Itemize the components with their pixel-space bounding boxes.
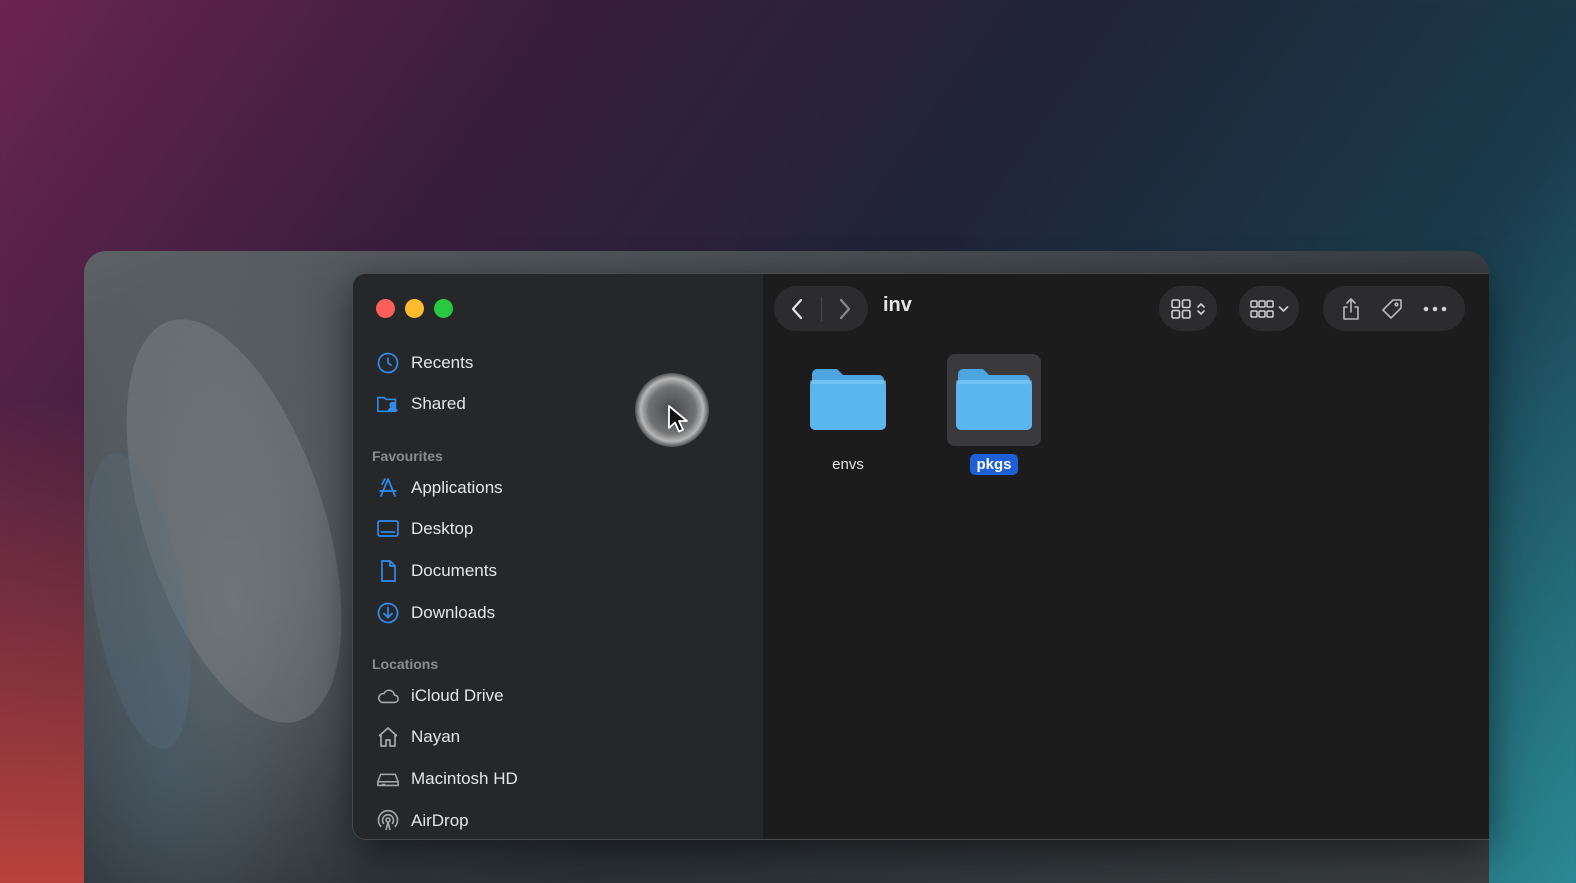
close-window-button[interactable] <box>376 299 395 318</box>
toolbar-actions <box>1323 286 1465 331</box>
sidebar-item-label: Shared <box>411 394 466 414</box>
share-icon[interactable] <box>1341 297 1361 321</box>
mouse-pointer-icon <box>668 405 688 433</box>
file-name-label: envs <box>832 456 864 473</box>
home-icon <box>375 724 401 750</box>
sidebar-heading-favourites: Favourites <box>372 448 443 464</box>
sidebar-item-label: Macintosh HD <box>411 768 518 788</box>
tag-icon[interactable] <box>1381 298 1403 320</box>
chevron-down-icon <box>1278 305 1289 313</box>
minimize-window-button[interactable] <box>405 299 424 318</box>
sidebar-item-label: Documents <box>411 560 497 580</box>
group-grid-icon <box>1249 298 1275 320</box>
sidebar-item-label: Recents <box>411 352 474 372</box>
chevron-right-icon <box>839 298 850 319</box>
sidebar-locations-section: Locations iCloud Drive Nayan Macintosh H… <box>353 653 763 839</box>
sidebar-item-label: Downloads <box>411 602 496 622</box>
view-mode-button[interactable] <box>1159 286 1217 331</box>
chevron-up-down-icon <box>1196 301 1206 317</box>
back-button[interactable] <box>774 286 821 331</box>
sidebar-item-label: AirDrop <box>411 810 469 830</box>
sidebar-item-applications[interactable]: Applications <box>353 467 763 509</box>
download-icon <box>375 600 401 626</box>
sidebar-item-label: Nayan <box>411 727 461 747</box>
sidebar-item-label: Applications <box>411 477 503 497</box>
forward-button[interactable] <box>821 286 868 331</box>
sidebar-item-icloud-drive[interactable]: iCloud Drive <box>353 675 763 717</box>
cloud-icon <box>375 683 401 709</box>
sidebar-item-label: Desktop <box>411 519 474 539</box>
sidebar-item-downloads[interactable]: Downloads <box>353 592 763 634</box>
sidebar: Recents Shared Favourites Applications D… <box>353 274 763 839</box>
folder-item-pkgs[interactable]: pkgs <box>946 354 1042 475</box>
applications-icon <box>375 475 401 501</box>
chevron-left-icon <box>792 298 803 319</box>
shared-folder-icon <box>375 391 401 417</box>
sidebar-item-recents[interactable]: Recents <box>353 342 763 384</box>
sidebar-item-label: iCloud Drive <box>411 685 504 705</box>
hard-drive-icon <box>375 766 401 792</box>
window-controls <box>376 299 453 318</box>
icon-grid-icon <box>1170 298 1192 320</box>
folder-icon <box>801 354 895 446</box>
airdrop-icon <box>375 808 401 834</box>
more-options-icon[interactable] <box>1423 306 1447 312</box>
file-name-label: pkgs <box>970 454 1018 475</box>
group-by-button[interactable] <box>1239 286 1299 331</box>
desktop-icon <box>375 516 401 542</box>
file-browser-content: inv envs pkgs <box>763 274 1489 839</box>
folder-icon <box>947 354 1041 446</box>
sidebar-heading-locations: Locations <box>372 656 439 672</box>
sidebar-favourites-section: Favourites Applications Desktop Document… <box>353 445 763 633</box>
navigation-buttons <box>774 286 868 331</box>
sidebar-item-macintosh-hd[interactable]: Macintosh HD <box>353 758 763 800</box>
folder-item-envs[interactable]: envs <box>800 354 896 475</box>
clock-icon <box>375 350 401 376</box>
sidebar-item-airdrop[interactable]: AirDrop <box>353 800 763 839</box>
sidebar-item-desktop[interactable]: Desktop <box>353 509 763 551</box>
finder-window: Recents Shared Favourites Applications D… <box>352 273 1489 840</box>
maximize-window-button[interactable] <box>434 299 453 318</box>
sidebar-item-nayan[interactable]: Nayan <box>353 717 763 759</box>
sidebar-item-documents[interactable]: Documents <box>353 550 763 592</box>
current-folder-title: inv <box>883 294 912 316</box>
document-icon <box>375 558 401 584</box>
